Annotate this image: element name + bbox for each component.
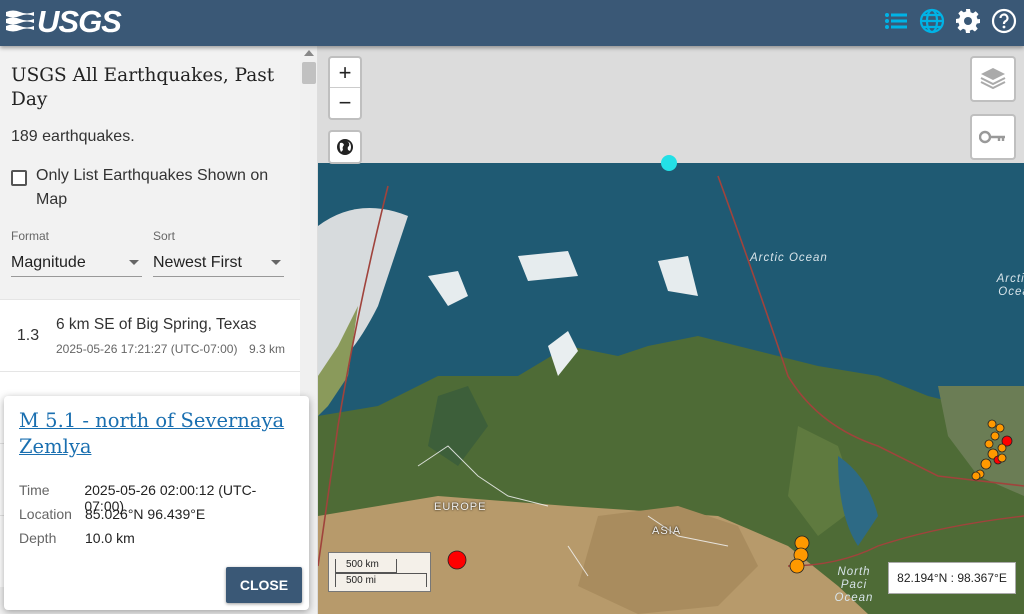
time-key: Time — [19, 482, 50, 498]
arctic-ocean-right-label: Arctic Ocea — [996, 273, 1024, 298]
format-value: Magnitude — [11, 253, 86, 271]
scale-km: 500 km — [335, 559, 397, 573]
map-filter-toggle[interactable]: Only List Earthquakes Shown on Map — [11, 164, 289, 212]
scale-bar: 500 km 500 mi — [328, 552, 431, 592]
chevron-down-icon — [129, 260, 139, 265]
format-label: Format — [11, 229, 50, 243]
logo-text: USGS — [37, 4, 122, 39]
zoom-control: + − — [328, 56, 362, 120]
arctic-ocean-label: Arctic Ocean — [750, 252, 828, 264]
coordinate-readout: 82.194°N : 98.367°E — [888, 562, 1016, 594]
location-key: Location — [19, 506, 72, 522]
list-item[interactable]: 1.3 6 km SE of Big Spring, Texas 2025-05… — [0, 299, 300, 371]
globe-button[interactable] — [328, 130, 362, 164]
north-pacific-label: North Paci Ocean — [834, 566, 874, 604]
filter-label: Only List Earthquakes Shown on Map — [36, 167, 269, 208]
asia-label: ASIA — [652, 525, 682, 537]
layers-button[interactable] — [970, 56, 1016, 102]
gear-icon[interactable] — [954, 7, 982, 35]
depth-key: Depth — [19, 530, 57, 546]
scroll-thumb[interactable] — [302, 62, 316, 84]
popup-details: Time 2025-05-26 02:00:12 (UTC-07:00) Loca… — [19, 482, 294, 554]
help-icon[interactable] — [990, 7, 1018, 35]
chevron-down-icon — [271, 260, 281, 265]
europe-label: EUROPE — [434, 501, 487, 513]
earthquake-popup: M 5.1 - north of Severnaya Zemlya Time 20… — [4, 396, 309, 610]
depth: 9.3 km — [248, 341, 285, 356]
depth-value: 10.0 km — [85, 530, 135, 546]
page-title: USGS All Earthquakes, Past Day — [11, 65, 275, 110]
popup-title-link[interactable]: M 5.1 - north of Severnaya Zemlya — [19, 408, 294, 460]
key-icon — [979, 130, 1005, 144]
time-value: 2025-05-26 02:00:12 (UTC-07:00) — [84, 482, 257, 514]
usgs-logo[interactable]: USGS — [6, 4, 122, 39]
magnitude: 1.3 — [16, 326, 40, 344]
header-bar: USGS — [0, 0, 1024, 46]
filter-checkbox[interactable] — [11, 170, 27, 186]
location-value: 85.026°N 96.439°E — [85, 506, 206, 522]
zoom-in-button[interactable]: + — [330, 58, 360, 88]
legend-key-button[interactable] — [970, 114, 1016, 160]
format-select[interactable]: Format Magnitude — [11, 229, 142, 277]
place: 6 km SE of Big Spring, Texas — [56, 315, 257, 333]
globe-icon — [337, 139, 353, 155]
sort-label: Sort — [153, 229, 176, 243]
zoom-out-button[interactable]: − — [330, 88, 360, 118]
usgs-wave-icon — [6, 10, 34, 32]
sort-value: Newest First — [153, 253, 242, 271]
map-view[interactable]: Arctic Ocean Arctic Ocea EUROPE ASIA Nor… — [318, 46, 1024, 614]
sort-select[interactable]: Sort Newest First — [153, 229, 284, 277]
layers-icon — [980, 68, 1006, 90]
time: 2025-05-26 17:21:27 (UTC-07:00) — [56, 341, 238, 356]
scroll-up-arrow[interactable] — [304, 50, 314, 56]
earthquake-count: 189 earthquakes. — [11, 128, 135, 145]
globe-icon[interactable] — [918, 7, 946, 35]
scale-mi: 500 mi — [335, 573, 427, 587]
close-button[interactable]: CLOSE — [226, 567, 302, 603]
list-icon[interactable] — [882, 7, 910, 35]
